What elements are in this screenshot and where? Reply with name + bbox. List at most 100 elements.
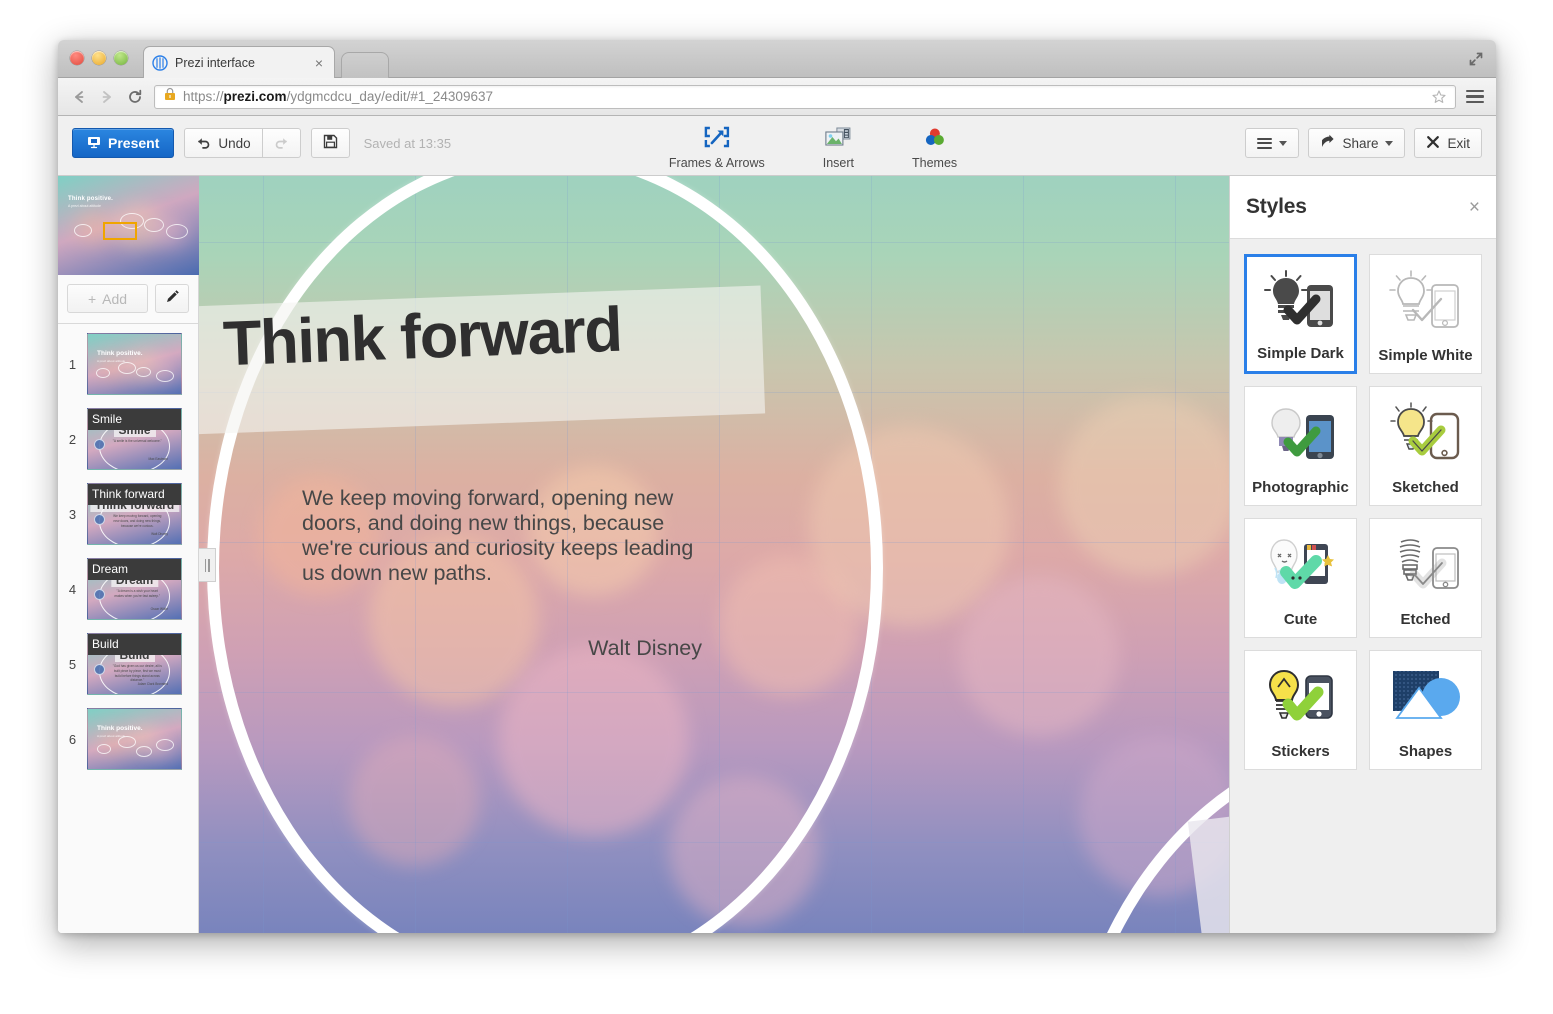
theme-name: Cute (1283, 611, 1318, 628)
list-item[interactable]: 2 Smile Smile "A smile is the universal … (58, 408, 198, 483)
prezi-canvas[interactable]: Think forward We keep moving forward, op… (199, 176, 1229, 933)
share-arrow-icon (1320, 134, 1335, 152)
prezi-toolbar: Present Undo Saved at 13:35 Frames & Arr… (58, 116, 1496, 176)
slides-sidebar: Think positive. A prezi about attitude +… (58, 176, 199, 933)
themes-grid: Simple Dark Simple White Photographic Sk… (1230, 239, 1496, 933)
current-slide-preview[interactable]: Think positive. A prezi about attitude (58, 176, 199, 275)
warning-lock-icon (163, 87, 177, 106)
thumb-body: "A smile is the universal welcome." (112, 439, 162, 443)
slide-thumbnail[interactable]: Dream Dream "A dream is a wish your hear… (87, 558, 182, 620)
present-button[interactable]: Present (72, 128, 175, 158)
slide-number: 3 (68, 506, 77, 522)
insert-image-icon (824, 124, 852, 152)
panel-title: Styles (1246, 195, 1307, 218)
floppy-disk-icon (323, 134, 338, 152)
slide-number: 4 (68, 581, 77, 597)
close-window-button[interactable] (70, 51, 84, 65)
url-text: https://prezi.com/ydgmcdcu_day/edit/#1_2… (183, 89, 493, 104)
theme-card-photographic[interactable]: Photographic (1244, 386, 1357, 506)
list-item[interactable]: 6 Think positive. A prezi about attitude (58, 708, 198, 783)
styles-panel: Styles × Simple Dark Simple White Photog… (1229, 176, 1496, 933)
url-input[interactable]: https://prezi.com/ydgmcdcu_day/edit/#1_2… (154, 84, 1456, 109)
theme-name: Photographic (1252, 479, 1349, 496)
save-button[interactable] (310, 128, 350, 158)
theme-card-simple-white[interactable]: Simple White (1369, 254, 1482, 374)
reload-icon[interactable] (126, 88, 144, 106)
forward-arrow-icon[interactable] (98, 88, 116, 106)
fullscreen-icon[interactable] (1468, 51, 1484, 67)
toolbar-left-group: Present Undo Saved at 13:35 (72, 128, 451, 158)
close-x-icon (1426, 135, 1440, 152)
theme-card-stickers[interactable]: Stickers (1244, 650, 1357, 770)
close-icon[interactable]: × (312, 56, 326, 70)
star-icon[interactable] (1431, 89, 1447, 105)
minimize-window-button[interactable] (92, 51, 106, 65)
themes-button[interactable]: Themes (906, 122, 963, 172)
theme-name: Simple Dark (1257, 345, 1344, 362)
share-label: Share (1342, 135, 1379, 151)
maximize-window-button[interactable] (114, 51, 128, 65)
new-tab-button[interactable] (341, 52, 389, 78)
list-item[interactable]: 3 Think forward Think forward We keep mo… (58, 483, 198, 558)
thumb-author: Max Eastman (148, 457, 168, 462)
slide-author-text[interactable]: Walt Disney (302, 636, 702, 661)
chevron-down-icon (1385, 140, 1394, 146)
slide-thumbnail[interactable]: Smile Smile "A smile is the universal we… (87, 408, 182, 470)
sidebar-collapse-handle[interactable] (199, 548, 216, 582)
more-menu-button[interactable] (1245, 128, 1300, 158)
undo-redo-group: Undo (184, 128, 301, 158)
theme-card-shapes[interactable]: Shapes (1369, 650, 1482, 770)
exit-button[interactable]: Exit (1414, 128, 1482, 158)
list-item[interactable]: 4 Dream Dream "A dream is a wish your he… (58, 558, 198, 633)
insert-button[interactable]: Insert (817, 122, 860, 172)
theme-card-cute[interactable]: Cute (1244, 518, 1357, 638)
thumb-title: Think positive. (97, 350, 143, 357)
slide-number: 1 (68, 356, 77, 372)
photographic-icon (1245, 387, 1356, 479)
theme-card-sketched[interactable]: Sketched (1369, 386, 1482, 506)
path-dot (94, 664, 105, 675)
thumb-title: Think positive. (97, 725, 143, 732)
stickers-icon (1245, 651, 1356, 743)
list-item[interactable]: 5 Build Build "God has given us our desi… (58, 633, 198, 708)
browser-tab[interactable]: Prezi interface × (143, 46, 335, 78)
theme-card-simple-dark[interactable]: Simple Dark (1244, 254, 1357, 374)
redo-button[interactable] (262, 128, 301, 158)
themes-colorwheel-icon (921, 124, 949, 152)
close-icon[interactable]: × (1469, 198, 1480, 217)
add-slide-button[interactable]: + Add (67, 284, 148, 313)
theme-name: Stickers (1271, 743, 1330, 760)
slide-thumbnail[interactable]: Think positive. A prezi about attitude (87, 708, 182, 770)
list-item[interactable]: 1 Think positive. A prezi about attitude (58, 333, 198, 408)
etched-icon (1370, 519, 1481, 611)
simple-dark-icon (1247, 257, 1354, 345)
window-controls (70, 51, 128, 65)
path-dot (94, 514, 105, 525)
slide-thumbnail[interactable]: Build Build "God has given us our desire… (87, 633, 182, 695)
theme-name: Shapes (1398, 743, 1453, 760)
theme-card-etched[interactable]: Etched (1369, 518, 1482, 638)
back-arrow-icon[interactable] (70, 88, 88, 106)
slide-body-text[interactable]: We keep moving forward, opening new door… (302, 486, 702, 586)
preview-subtitle: A prezi about attitude (68, 204, 101, 208)
frames-arrows-button[interactable]: Frames & Arrows (663, 122, 771, 172)
tab-title: Prezi interface (175, 55, 255, 70)
exit-label: Exit (1447, 135, 1470, 151)
toolbar-right-group: Share Exit (1245, 128, 1482, 158)
undo-button[interactable]: Undo (184, 128, 263, 158)
slide-number: 5 (68, 656, 77, 672)
share-button[interactable]: Share (1308, 128, 1406, 158)
tab-strip: Prezi interface × (58, 40, 1496, 78)
sketched-icon (1370, 387, 1481, 479)
add-label: Add (102, 290, 128, 307)
slide-thumbnail[interactable]: Think positive. A prezi about attitude (87, 333, 182, 395)
slide-thumbnail[interactable]: Think forward Think forward We keep movi… (87, 483, 182, 545)
thumb-body: We keep moving forward, opening new door… (113, 514, 162, 528)
hamburger-menu-icon[interactable] (1466, 89, 1484, 104)
slide-caption: Smile (92, 412, 123, 426)
edit-path-button[interactable] (155, 284, 189, 313)
thumb-ring (99, 419, 170, 469)
selection-rect (103, 222, 137, 240)
plus-icon: + (87, 290, 97, 307)
slides-list: 1 Think positive. A prezi about attitude (58, 324, 198, 933)
